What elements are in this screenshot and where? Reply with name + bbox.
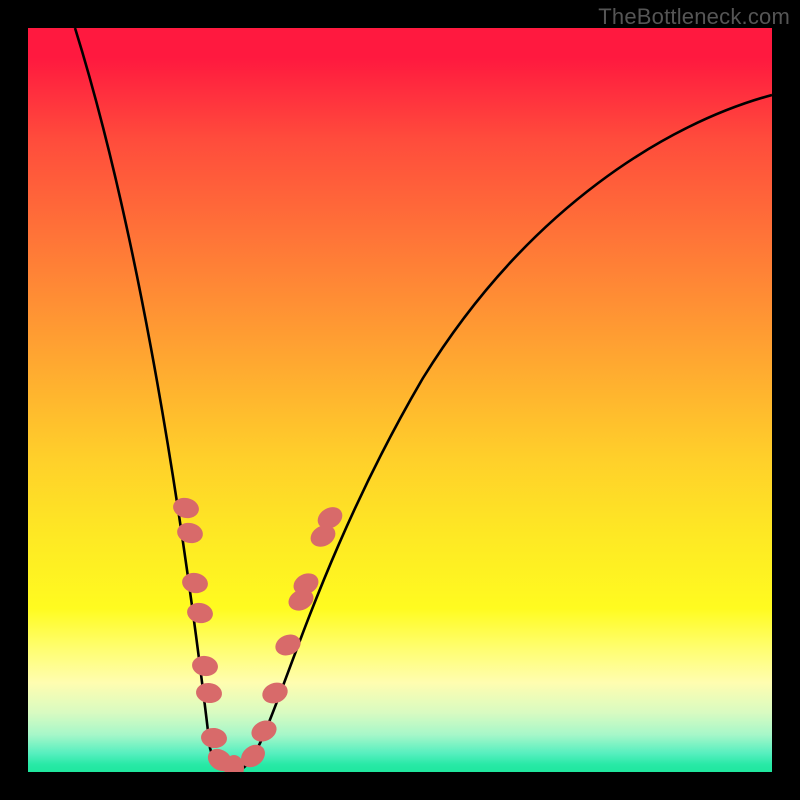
chart-svg [28, 28, 772, 772]
bead-marker [272, 631, 304, 659]
bead-marker [259, 679, 290, 707]
bead-marker [185, 601, 214, 625]
plot-area [28, 28, 772, 772]
bead-marker [191, 654, 220, 677]
bead-marker [248, 717, 280, 746]
bead-marker [180, 571, 209, 595]
bead-group [171, 496, 346, 772]
bead-marker [200, 727, 228, 750]
watermark-text: TheBottleneck.com [598, 4, 790, 30]
bead-marker [195, 681, 223, 704]
curve-right [243, 95, 772, 768]
